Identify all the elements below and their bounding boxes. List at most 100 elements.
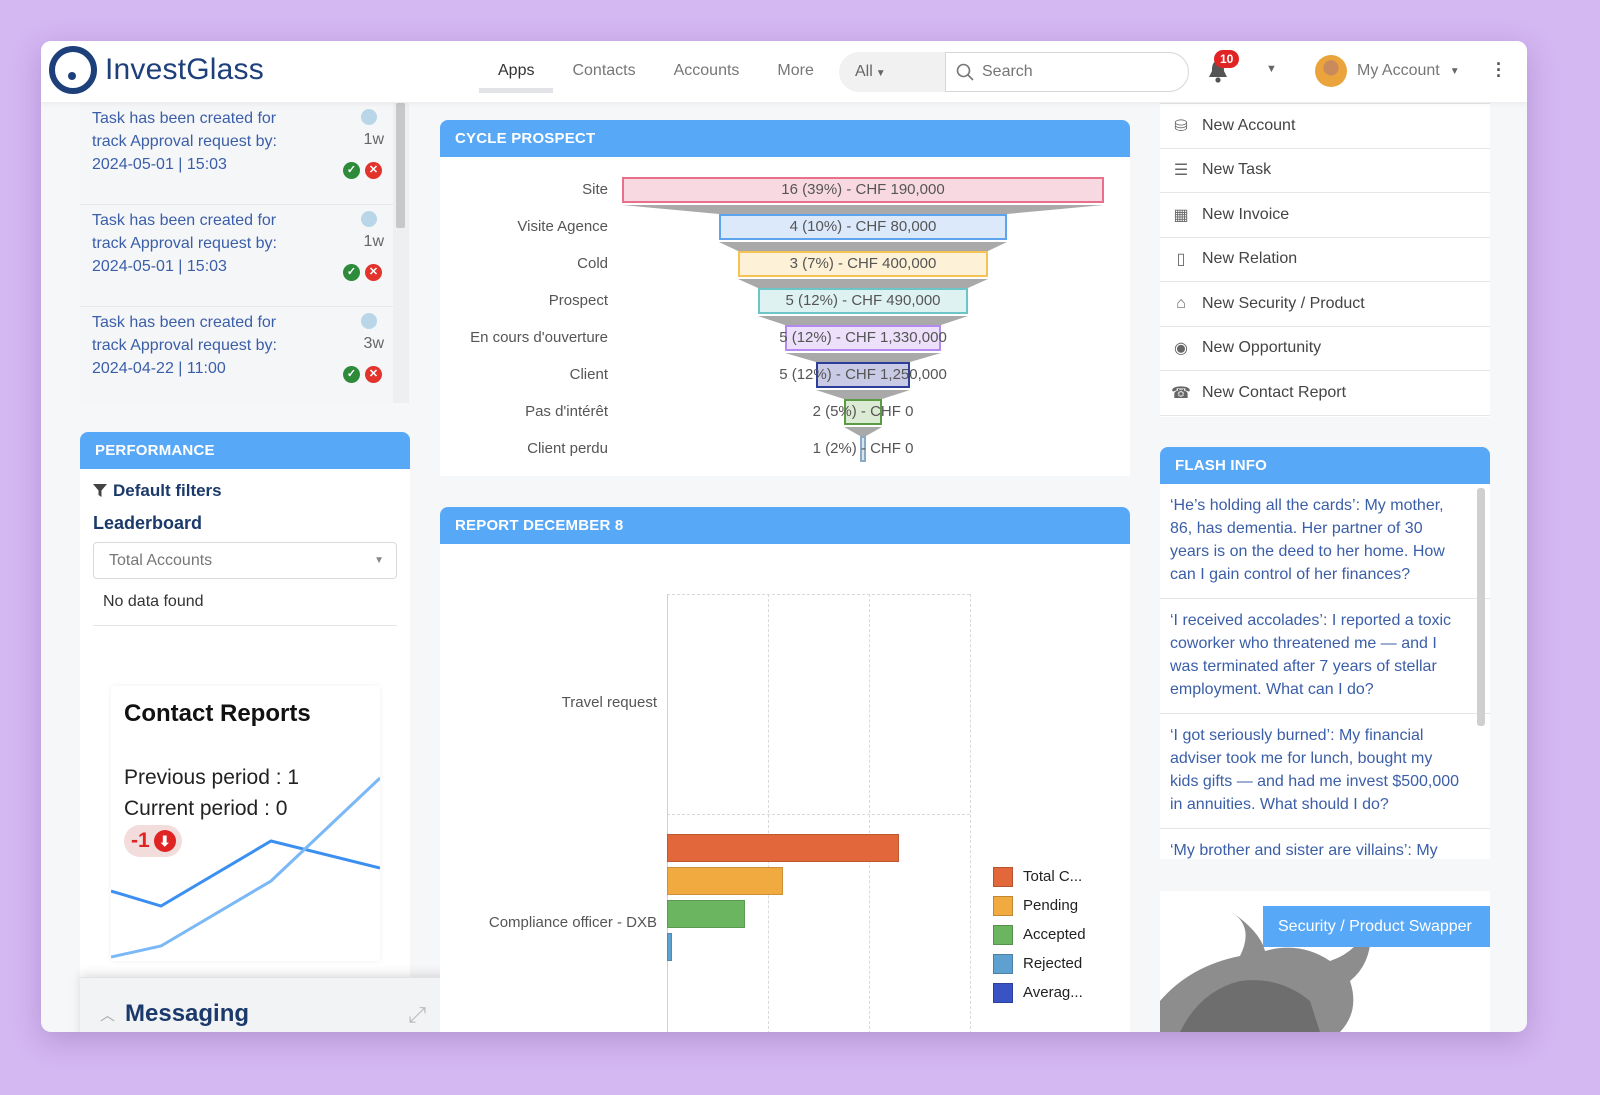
nav-apps[interactable]: Apps: [479, 41, 554, 103]
legend-swatch: [993, 953, 1013, 974]
delta-value: -1: [131, 829, 150, 852]
nav-accounts[interactable]: Accounts: [655, 41, 759, 103]
quick-action-new-contact-report[interactable]: ☎ New Contact Report: [1160, 371, 1490, 416]
task-text[interactable]: Task has been created for track Approval …: [92, 209, 312, 278]
app-window: Task has been created for track Approval …: [41, 41, 1527, 1032]
filters-label: Default filters: [113, 481, 222, 500]
quick-action-label: New Contact Report: [1202, 383, 1347, 401]
gridline-vertical: [970, 594, 971, 1032]
legend-item[interactable]: Averag...: [993, 978, 1086, 1007]
search-icon: [956, 63, 974, 81]
task-age: 1w: [363, 131, 384, 148]
cycle-prospect-card: CYCLE PROSPECT Site 16 (39%) - CHF 190,00…: [440, 120, 1130, 476]
category-label: Travel request: [561, 694, 657, 711]
legend-swatch: [993, 866, 1013, 887]
funnel-chart: Site 16 (39%) - CHF 190,000 Visite Agence 4…: [440, 157, 1130, 476]
main-nav: Apps Contacts Accounts More: [479, 41, 833, 103]
task-item[interactable]: Task has been created for track Approval …: [80, 103, 396, 205]
funnel-connector: [738, 279, 988, 288]
legend-label: Accepted: [1023, 926, 1086, 943]
funnel-stage-label: Client perdu: [527, 440, 608, 457]
task-text[interactable]: Task has been created for track Approval …: [92, 107, 312, 176]
swapper-card: Security / Product Swapper: [1160, 891, 1490, 1032]
funnel-connector: [719, 242, 1007, 251]
quick-actions-list: ⛁ New Account ☰ New Task ▦ New Invoice ▯ New Re…: [1160, 103, 1490, 417]
delta-badge: -1 ⬇: [124, 825, 182, 857]
messaging-panel[interactable]: ︿ Messaging ⤢: [80, 977, 454, 1032]
phone-icon: ☎: [1171, 384, 1191, 402]
funnel-stage-value: 4 (10%) - CHF 80,000: [789, 218, 937, 235]
search-box[interactable]: [945, 52, 1189, 92]
logo[interactable]: InvestGlass: [49, 46, 264, 94]
search-input[interactable]: [982, 63, 1162, 81]
bar-accepted[interactable]: [667, 900, 745, 928]
cubes-icon: ⛁: [1174, 117, 1188, 135]
account-menu[interactable]: My Account ▼: [1315, 55, 1460, 87]
legend-swatch: [993, 895, 1013, 916]
news-item[interactable]: ‘I got seriously burned’: My financial a…: [1160, 714, 1490, 829]
funnel-stage-label: Site: [582, 181, 608, 198]
reject-x-icon[interactable]: ✕: [365, 162, 382, 179]
flash-info-title: FLASH INFO: [1160, 447, 1490, 484]
approve-check-icon[interactable]: ✓: [343, 162, 360, 179]
leaderboard-select[interactable]: Total Accounts ▼: [93, 542, 397, 579]
task-age: 3w: [363, 335, 384, 352]
quick-action-new-relation[interactable]: ▯ New Relation: [1160, 238, 1490, 282]
bar-totalc[interactable]: [667, 834, 900, 862]
funnel-stage-value: 2 (5%) - CHF 0: [812, 403, 914, 420]
quick-action-new-task[interactable]: ☰ New Task: [1160, 149, 1490, 193]
nav-more[interactable]: More: [758, 41, 832, 103]
tasks-icon: ☰: [1173, 162, 1189, 180]
news-item[interactable]: ‘He’s holding all the cards’: My mother,…: [1160, 484, 1490, 599]
security-product-swapper-button[interactable]: Security / Product Swapper: [1263, 906, 1490, 947]
task-age: 1w: [363, 233, 384, 250]
legend-item[interactable]: Total C...: [993, 862, 1086, 891]
nav-contacts[interactable]: Contacts: [553, 41, 654, 103]
legend-swatch: [993, 982, 1013, 1003]
messaging-title[interactable]: Messaging: [125, 1000, 249, 1028]
notifications-dropdown-caret[interactable]: ▼: [1266, 63, 1277, 75]
legend-item[interactable]: Pending: [993, 891, 1086, 920]
category-label: Compliance officer - DXB: [488, 914, 657, 931]
arrow-down-circle-icon: ⬇: [153, 830, 176, 852]
funnel-stage-value: 3 (7%) - CHF 400,000: [789, 255, 937, 272]
flash-info-list: ‘He’s holding all the cards’: My mother,…: [1160, 484, 1490, 859]
approve-check-icon[interactable]: ✓: [343, 264, 360, 281]
task-scrollbar[interactable]: [396, 103, 405, 228]
task-item[interactable]: Task has been created for track Approval …: [80, 307, 396, 403]
default-filters-toggle[interactable]: Default filters: [93, 481, 397, 501]
funnel-stage-value: 5 (12%) - CHF 1,250,000: [779, 366, 947, 383]
news-item[interactable]: ‘My brother and sister are villains’: My: [1160, 829, 1490, 859]
flash-info-scrollbar[interactable]: [1477, 488, 1485, 726]
reject-x-icon[interactable]: ✕: [365, 366, 382, 383]
funnel-stage-label: Client: [569, 366, 608, 383]
chevron-up-icon[interactable]: ︿: [100, 1004, 115, 1025]
quick-action-new-invoice[interactable]: ▦ New Invoice: [1160, 193, 1490, 238]
quick-action-label: New Task: [1202, 161, 1272, 179]
scope-value: All: [855, 63, 873, 80]
expand-icon[interactable]: ⤢: [408, 1002, 426, 1028]
unread-dot-icon: [361, 109, 377, 125]
news-item[interactable]: ‘I received accolades’: I reported a tox…: [1160, 599, 1490, 714]
leaderboard-selected: Total Accounts: [109, 552, 213, 569]
bar-rejected[interactable]: [667, 933, 673, 961]
legend-item[interactable]: Rejected: [993, 949, 1086, 978]
bar-pending[interactable]: [667, 867, 784, 895]
funnel-connectors: [622, 205, 1104, 436]
task-item[interactable]: Task has been created for track Approval …: [80, 205, 396, 307]
quick-action-new-security-product[interactable]: ⌂ New Security / Product: [1160, 282, 1490, 327]
y-axis: [667, 594, 668, 1032]
approve-check-icon[interactable]: ✓: [343, 366, 360, 383]
reject-x-icon[interactable]: ✕: [365, 264, 382, 281]
more-vertical-icon[interactable]: · · ·: [1496, 55, 1502, 85]
quick-action-new-opportunity[interactable]: ◉ New Opportunity: [1160, 327, 1490, 371]
legend-item[interactable]: Accepted: [993, 920, 1086, 949]
funnel-stage-label: Prospect: [548, 292, 608, 309]
legend-label: Averag...: [1023, 984, 1083, 1001]
search-scope-select[interactable]: All ▼: [839, 52, 949, 92]
task-text[interactable]: Task has been created for track Approval …: [92, 311, 312, 380]
quick-action-new-account[interactable]: ⛁ New Account: [1160, 104, 1490, 149]
funnel-stage-value: 5 (12%) - CHF 490,000: [785, 292, 941, 309]
gridline-horizontal: [667, 594, 970, 595]
current-period: Current period : 0: [124, 797, 288, 820]
